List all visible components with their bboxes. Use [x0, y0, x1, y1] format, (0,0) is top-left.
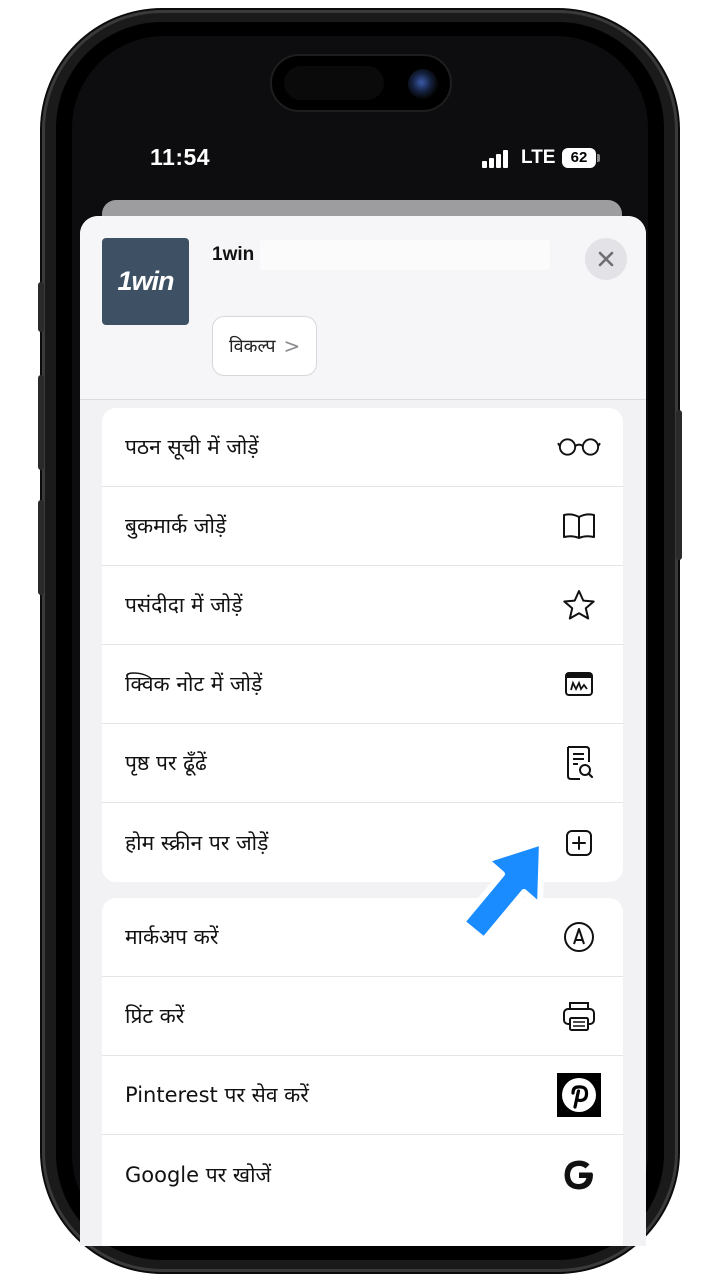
options-label: विकल्प: [229, 336, 276, 357]
book-icon: [557, 504, 601, 548]
network-type: LTE: [521, 147, 556, 168]
battery-tip: [597, 154, 600, 162]
action-label: मार्कअप करें: [125, 925, 219, 949]
action-pinterest-save[interactable]: Pinterest पर सेव करें: [102, 1056, 623, 1135]
action-add-favorites[interactable]: पसंदीदा में जोड़ें: [102, 566, 623, 645]
find-on-page-icon: [557, 741, 601, 785]
quick-note-icon: [557, 662, 601, 706]
signal-bars-icon: [482, 150, 512, 168]
action-find-on-page[interactable]: पृष्ठ पर ढूँढें: [102, 724, 623, 803]
action-label: बुकमार्क जोड़ें: [125, 514, 227, 538]
action-label: पठन सूची में जोड़ें: [125, 435, 259, 459]
action-add-bookmark[interactable]: बुकमार्क जोड़ें: [102, 487, 623, 566]
add-square-icon: [557, 821, 601, 865]
volume-down-button: [38, 500, 44, 595]
action-add-quick-note[interactable]: क्विक नोट में जोड़ें: [102, 645, 623, 724]
action-label: होम स्क्रीन पर जोड़ें: [125, 830, 269, 855]
action-label: क्विक नोट में जोड़ें: [125, 672, 263, 696]
action-label: पृष्ठ पर ढूँढें: [125, 751, 207, 775]
pointer-arrow-icon: [459, 839, 545, 943]
action-button: [38, 282, 44, 332]
action-label: पसंदीदा में जोड़ें: [125, 593, 243, 617]
status-time: 11:54: [150, 144, 211, 170]
action-label: Pinterest पर सेव करें: [125, 1083, 309, 1107]
action-label: Google पर खोजें: [125, 1162, 272, 1187]
battery-indicator: 62: [562, 148, 596, 168]
site-logo-text: 1win: [117, 266, 174, 296]
action-add-reading-list[interactable]: पठन सूची में जोड़ें: [102, 408, 623, 487]
markup-pen-icon: [557, 915, 601, 959]
close-icon: [598, 251, 614, 267]
front-camera-icon: [408, 69, 438, 99]
title-highlight: [260, 240, 550, 270]
volume-up-button: [38, 375, 44, 470]
power-button: [676, 410, 682, 560]
action-print[interactable]: प्रिंट करें: [102, 977, 623, 1056]
options-button[interactable]: विकल्प >: [212, 316, 318, 376]
action-google-search[interactable]: Google पर खोजें: [102, 1135, 623, 1214]
pinterest-icon: [557, 1073, 601, 1117]
site-thumbnail: 1win: [102, 238, 189, 325]
google-icon: [557, 1153, 601, 1197]
chevron-right-icon: >: [283, 334, 301, 358]
printer-icon: [557, 994, 601, 1038]
star-icon: [557, 583, 601, 627]
share-sheet: 1win 1win विकल्प > पठन सूची में जोड़ें ब…: [80, 216, 646, 1246]
site-title: 1win: [212, 244, 255, 265]
actions-group-primary: पठन सूची में जोड़ें बुकमार्क जोड़ें पसंद…: [102, 408, 623, 882]
action-label: प्रिंट करें: [125, 1004, 185, 1028]
dynamic-island: [270, 54, 452, 112]
glasses-icon: [557, 425, 601, 469]
close-button[interactable]: [585, 238, 627, 280]
share-sheet-header: 1win 1win विकल्प >: [80, 216, 646, 400]
